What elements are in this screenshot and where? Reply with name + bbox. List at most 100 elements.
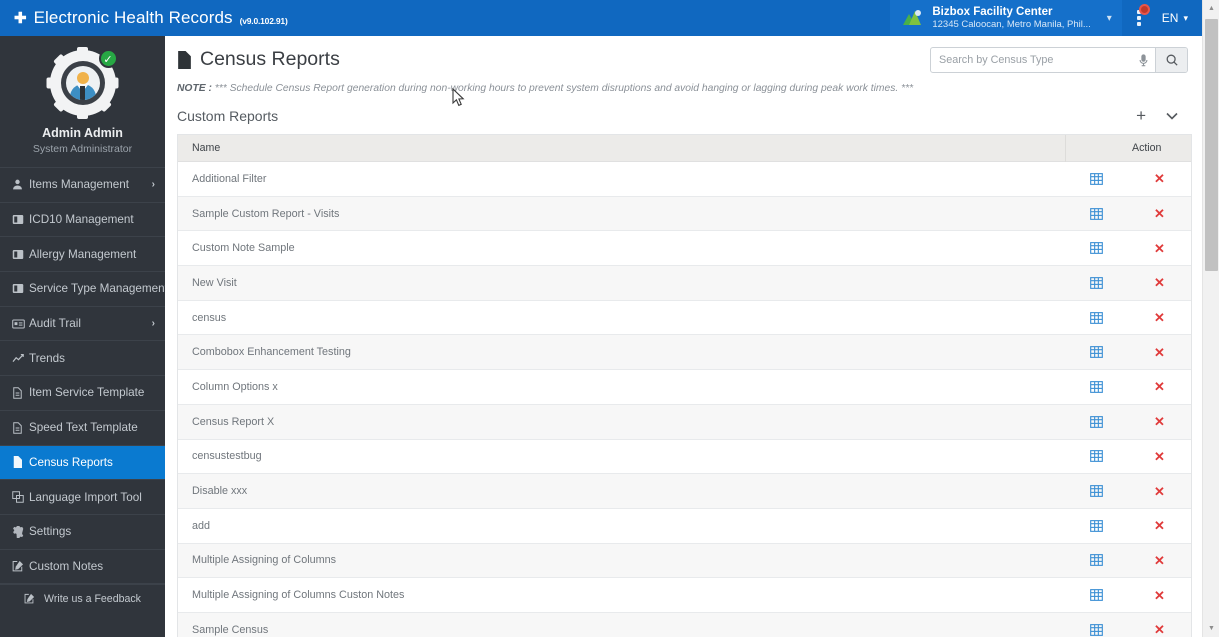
facility-name: Bizbox Facility Center — [932, 5, 1053, 18]
search-button[interactable] — [1155, 48, 1187, 72]
write-feedback-button[interactable]: Write us a Feedback — [0, 584, 165, 613]
search-input[interactable] — [931, 48, 1131, 72]
scrollbar-thumb[interactable] — [1205, 19, 1218, 271]
application-window: ✚ Electronic Health Records (v9.0.102.91… — [0, 0, 1219, 637]
file-icon — [12, 456, 29, 469]
vertical-scrollbar[interactable]: ▲ ▼ — [1202, 0, 1219, 637]
table-row[interactable]: Multiple Assigning of Columns Custon Not… — [178, 578, 1191, 613]
avatar[interactable]: ✓ — [46, 47, 119, 119]
report-name: Multiple Assigning of Columns Custon Not… — [192, 589, 405, 602]
table-row[interactable]: New Visit ✕ — [178, 266, 1191, 301]
report-name: New Visit — [192, 276, 237, 289]
row-action-columns — [1065, 172, 1128, 185]
table-row[interactable]: Sample Census ✕ — [178, 612, 1191, 637]
row-action-delete: ✕ — [1128, 589, 1191, 602]
sidebar-item-items-management[interactable]: Items Management › — [0, 168, 165, 203]
sidebar-item-settings[interactable]: Settings — [0, 515, 165, 550]
sidebar-item-label: Service Type Management — [29, 282, 165, 296]
sidebar-item-label: Audit Trail — [29, 317, 81, 331]
table-columns-icon[interactable] — [1090, 519, 1103, 532]
row-action-columns — [1065, 519, 1128, 532]
sidebar-item-label: Language Import Tool — [29, 490, 142, 504]
table-columns-icon[interactable] — [1090, 207, 1103, 220]
table-row[interactable]: Sample Custom Report - Visits ✕ — [178, 196, 1191, 232]
table-row[interactable]: Census Report X ✕ — [178, 404, 1191, 440]
sidebar-item-label: Settings — [29, 525, 72, 539]
close-x-icon[interactable]: ✕ — [1154, 589, 1165, 602]
report-name: Disable xxx — [192, 485, 248, 498]
sidebar-item-allergy-management[interactable]: Allergy Management — [0, 237, 165, 273]
close-x-icon[interactable]: ✕ — [1154, 519, 1165, 532]
close-x-icon[interactable]: ✕ — [1154, 415, 1165, 428]
collapse-section-button[interactable] — [1166, 112, 1178, 120]
table-columns-icon[interactable] — [1090, 381, 1103, 393]
close-x-icon[interactable]: ✕ — [1154, 380, 1165, 393]
close-x-icon[interactable]: ✕ — [1154, 450, 1165, 463]
table-columns-icon[interactable] — [1090, 450, 1103, 463]
table-columns-icon[interactable] — [1090, 346, 1103, 359]
sidebar-item-trends[interactable]: Trends — [0, 341, 165, 377]
book-icon — [12, 283, 29, 294]
app-brand[interactable]: ✚ Electronic Health Records (v9.0.102.91… — [0, 0, 302, 36]
table-row[interactable]: Column Options x ✕ — [178, 370, 1191, 405]
table-columns-icon[interactable] — [1090, 623, 1103, 636]
table-columns-icon[interactable] — [1090, 589, 1103, 602]
add-report-button[interactable]: + — [1136, 107, 1146, 124]
sidebar-item-custom-notes[interactable]: Custom Notes — [0, 550, 165, 585]
sidebar-item-label: Item Service Template — [29, 386, 145, 400]
close-x-icon[interactable]: ✕ — [1154, 276, 1165, 289]
table-row[interactable]: Additional Filter ✕ — [178, 162, 1191, 197]
microphone-icon[interactable] — [1131, 48, 1155, 72]
scroll-down-arrow[interactable]: ▼ — [1203, 620, 1219, 637]
sidebar-item-item-service-template[interactable]: Item Service Template — [0, 376, 165, 411]
sidebar-item-service-type-management[interactable]: Service Type Management — [0, 272, 165, 307]
row-action-delete: ✕ — [1128, 554, 1191, 567]
close-x-icon[interactable]: ✕ — [1154, 311, 1165, 324]
row-action-columns — [1065, 346, 1128, 359]
table-columns-icon[interactable] — [1090, 242, 1103, 255]
table-row[interactable]: census ✕ — [178, 300, 1191, 336]
table-row[interactable]: Combobox Enhancement Testing ✕ — [178, 335, 1191, 371]
note-text: *** Schedule Census Report generation du… — [214, 83, 914, 94]
close-x-icon[interactable]: ✕ — [1154, 172, 1165, 185]
table-columns-icon[interactable] — [1090, 276, 1103, 289]
table-columns-icon[interactable] — [1090, 172, 1103, 185]
id-card-icon — [12, 319, 29, 329]
user-icon — [12, 179, 29, 190]
chevron-right-icon: › — [151, 179, 155, 191]
close-x-icon[interactable]: ✕ — [1154, 623, 1165, 636]
close-x-icon[interactable]: ✕ — [1154, 554, 1165, 567]
row-action-delete: ✕ — [1128, 207, 1191, 220]
close-x-icon[interactable]: ✕ — [1154, 346, 1165, 359]
table-columns-icon[interactable] — [1090, 311, 1103, 324]
chevron-down-icon[interactable]: ▾ — [1107, 13, 1112, 24]
row-action-delete: ✕ — [1128, 450, 1191, 463]
scroll-up-arrow[interactable]: ▲ — [1203, 0, 1219, 17]
close-x-icon[interactable]: ✕ — [1154, 207, 1165, 220]
close-x-icon[interactable]: ✕ — [1154, 242, 1165, 255]
app-title: Electronic Health Records — [33, 8, 233, 27]
table-row[interactable]: Custom Note Sample ✕ — [178, 231, 1191, 267]
table-row[interactable]: Disable xxx ✕ — [178, 474, 1191, 509]
sidebar-item-icd10-management[interactable]: ICD10 Management — [0, 203, 165, 238]
sidebar-item-census-reports[interactable]: Census Reports — [0, 445, 165, 481]
sidebar-item-speed-text-template[interactable]: Speed Text Template — [0, 411, 165, 446]
table-columns-icon[interactable] — [1090, 554, 1103, 567]
sidebar-item-language-import-tool[interactable]: Language Import Tool — [0, 480, 165, 515]
sidebar-item-audit-trail[interactable]: Audit Trail › — [0, 307, 165, 342]
table-row[interactable]: censustestbug ✕ — [178, 439, 1191, 475]
table-body: Additional Filter ✕ Sample Custom Report -… — [178, 162, 1191, 637]
book-icon — [12, 214, 29, 225]
chevron-down-icon: ▾ — [1183, 12, 1188, 23]
table-row[interactable]: Multiple Assigning of Columns ✕ — [178, 543, 1191, 579]
language-selector[interactable]: EN ▾ — [1156, 0, 1202, 36]
report-name: Column Options x — [192, 380, 278, 393]
table-row[interactable]: add ✕ — [178, 508, 1191, 544]
report-name: census — [192, 311, 227, 324]
close-x-icon[interactable]: ✕ — [1154, 485, 1165, 498]
row-action-columns — [1065, 381, 1128, 393]
table-columns-icon[interactable] — [1090, 485, 1103, 497]
kebab-menu-button[interactable] — [1122, 0, 1156, 36]
table-columns-icon[interactable] — [1090, 415, 1103, 428]
facility-selector[interactable]: Bizbox Facility Center 12345 Caloocan, M… — [890, 0, 1122, 36]
